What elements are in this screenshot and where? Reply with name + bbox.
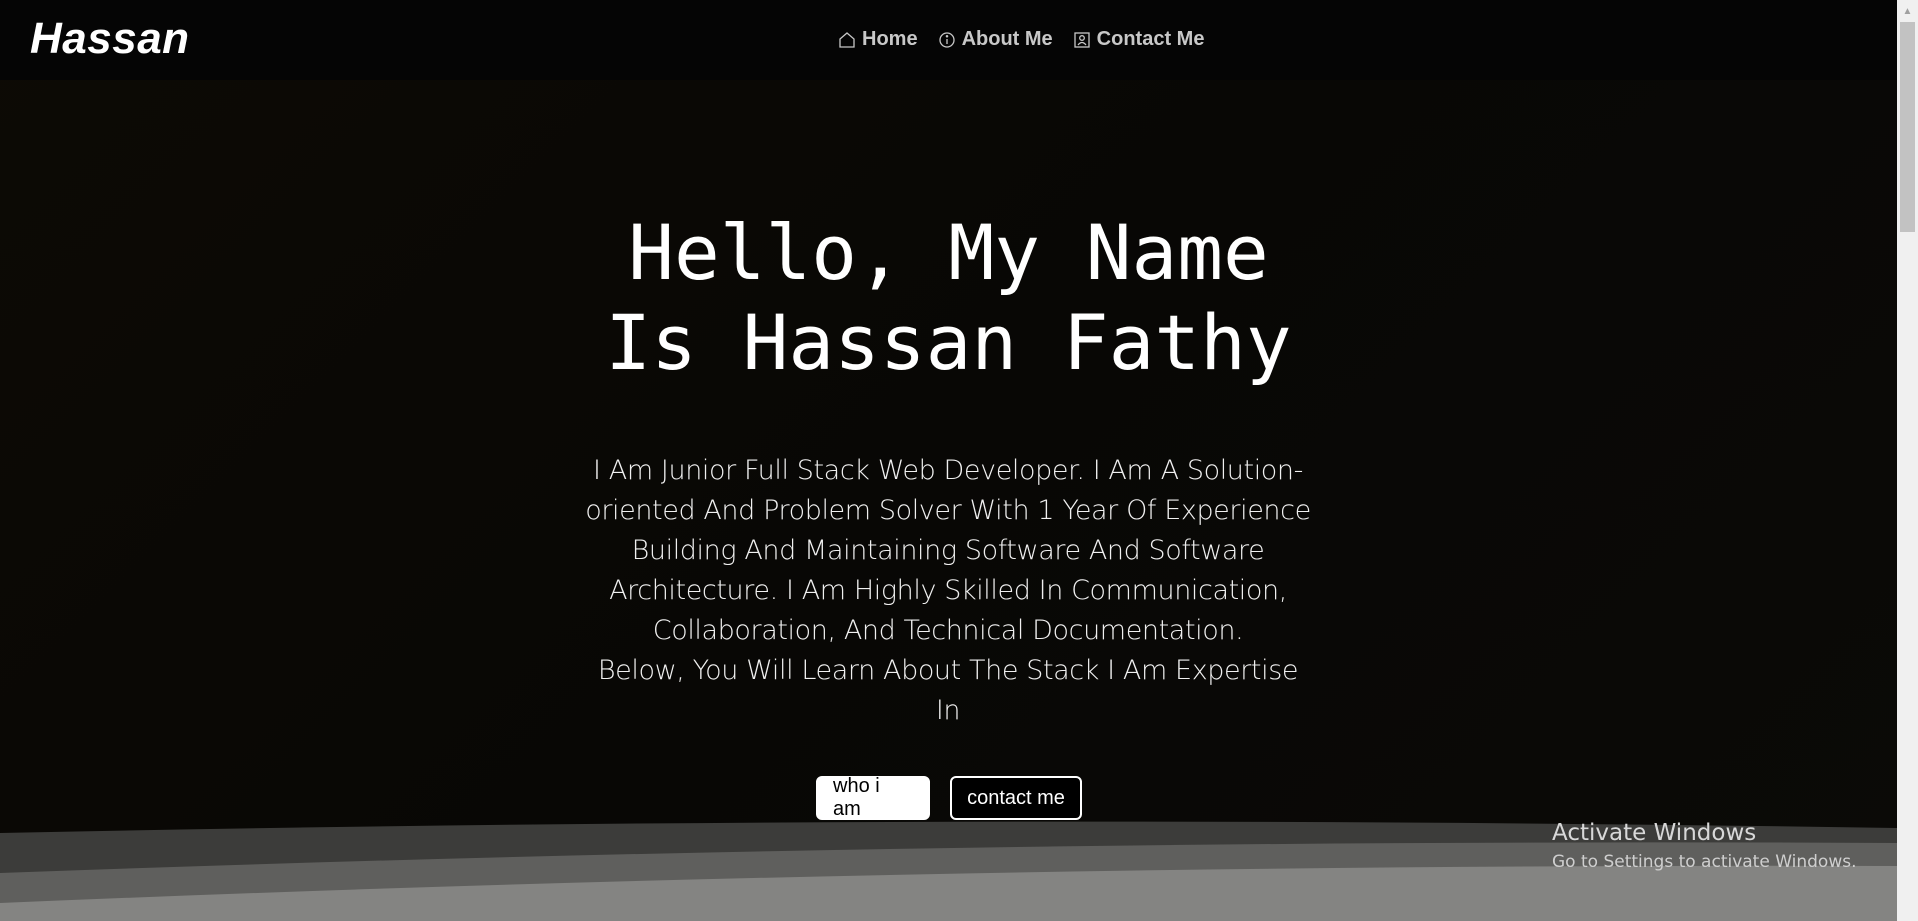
page: Hassan Home About Me Contact Me Hello, M…: [0, 0, 1897, 921]
watermark-subtitle: Go to Settings to activate Windows.: [1552, 852, 1857, 872]
contact-me-button[interactable]: contact me: [950, 776, 1082, 820]
hero-description-line: Below, You Will Learn About The Stack I …: [597, 655, 1299, 686]
nav-link-label: About Me: [961, 28, 1053, 50]
who-i-am-button[interactable]: who i am: [816, 775, 930, 820]
watermark-title: Activate Windows: [1552, 820, 1757, 846]
home-icon: [839, 31, 855, 48]
hero-title-line: Is Hassan Fathy: [605, 298, 1292, 387]
hero-title: Hello, My Name Is Hassan Fathy: [0, 208, 1897, 388]
nav-links: Home About Me Contact Me: [838, 28, 1204, 51]
navbar: Hassan Home About Me Contact Me: [0, 0, 1897, 80]
brand-logo[interactable]: Hassan: [30, 14, 190, 64]
activate-windows-watermark: Activate Windows Go to Settings to activ…: [1552, 820, 1857, 872]
hero-description-line: Building And Maintaining Software And So…: [631, 535, 1265, 566]
hero-description-line: I Am Junior Full Stack Web Developer. I …: [593, 455, 1303, 486]
nav-link-home[interactable]: Home: [838, 28, 918, 51]
nav-link-contact[interactable]: Contact Me: [1073, 28, 1205, 51]
hero-description-line: Collaboration, And Technical Documentati…: [652, 615, 1244, 646]
hero-description-line: oriented And Problem Solver With 1 Year …: [585, 495, 1311, 526]
hero-buttons: who i am contact me: [816, 775, 1082, 820]
info-icon: [938, 31, 955, 48]
nav-link-about[interactable]: About Me: [938, 28, 1053, 51]
vertical-scrollbar[interactable]: ▲: [1897, 0, 1918, 921]
scroll-up-arrow-icon[interactable]: ▲: [1897, 2, 1918, 20]
scroll-thumb[interactable]: [1900, 22, 1915, 232]
hero-description: I Am Junior Full Stack Web Developer. I …: [578, 451, 1318, 731]
nav-link-label: Contact Me: [1096, 28, 1205, 50]
hero-description-line: Architecture. I Am Highly Skilled In Com…: [609, 575, 1287, 606]
contact-icon: [1074, 31, 1090, 48]
hero-title-line: Hello, My Name: [628, 208, 1269, 297]
nav-link-label: Home: [862, 28, 918, 50]
hero-description-line: In: [935, 695, 961, 726]
